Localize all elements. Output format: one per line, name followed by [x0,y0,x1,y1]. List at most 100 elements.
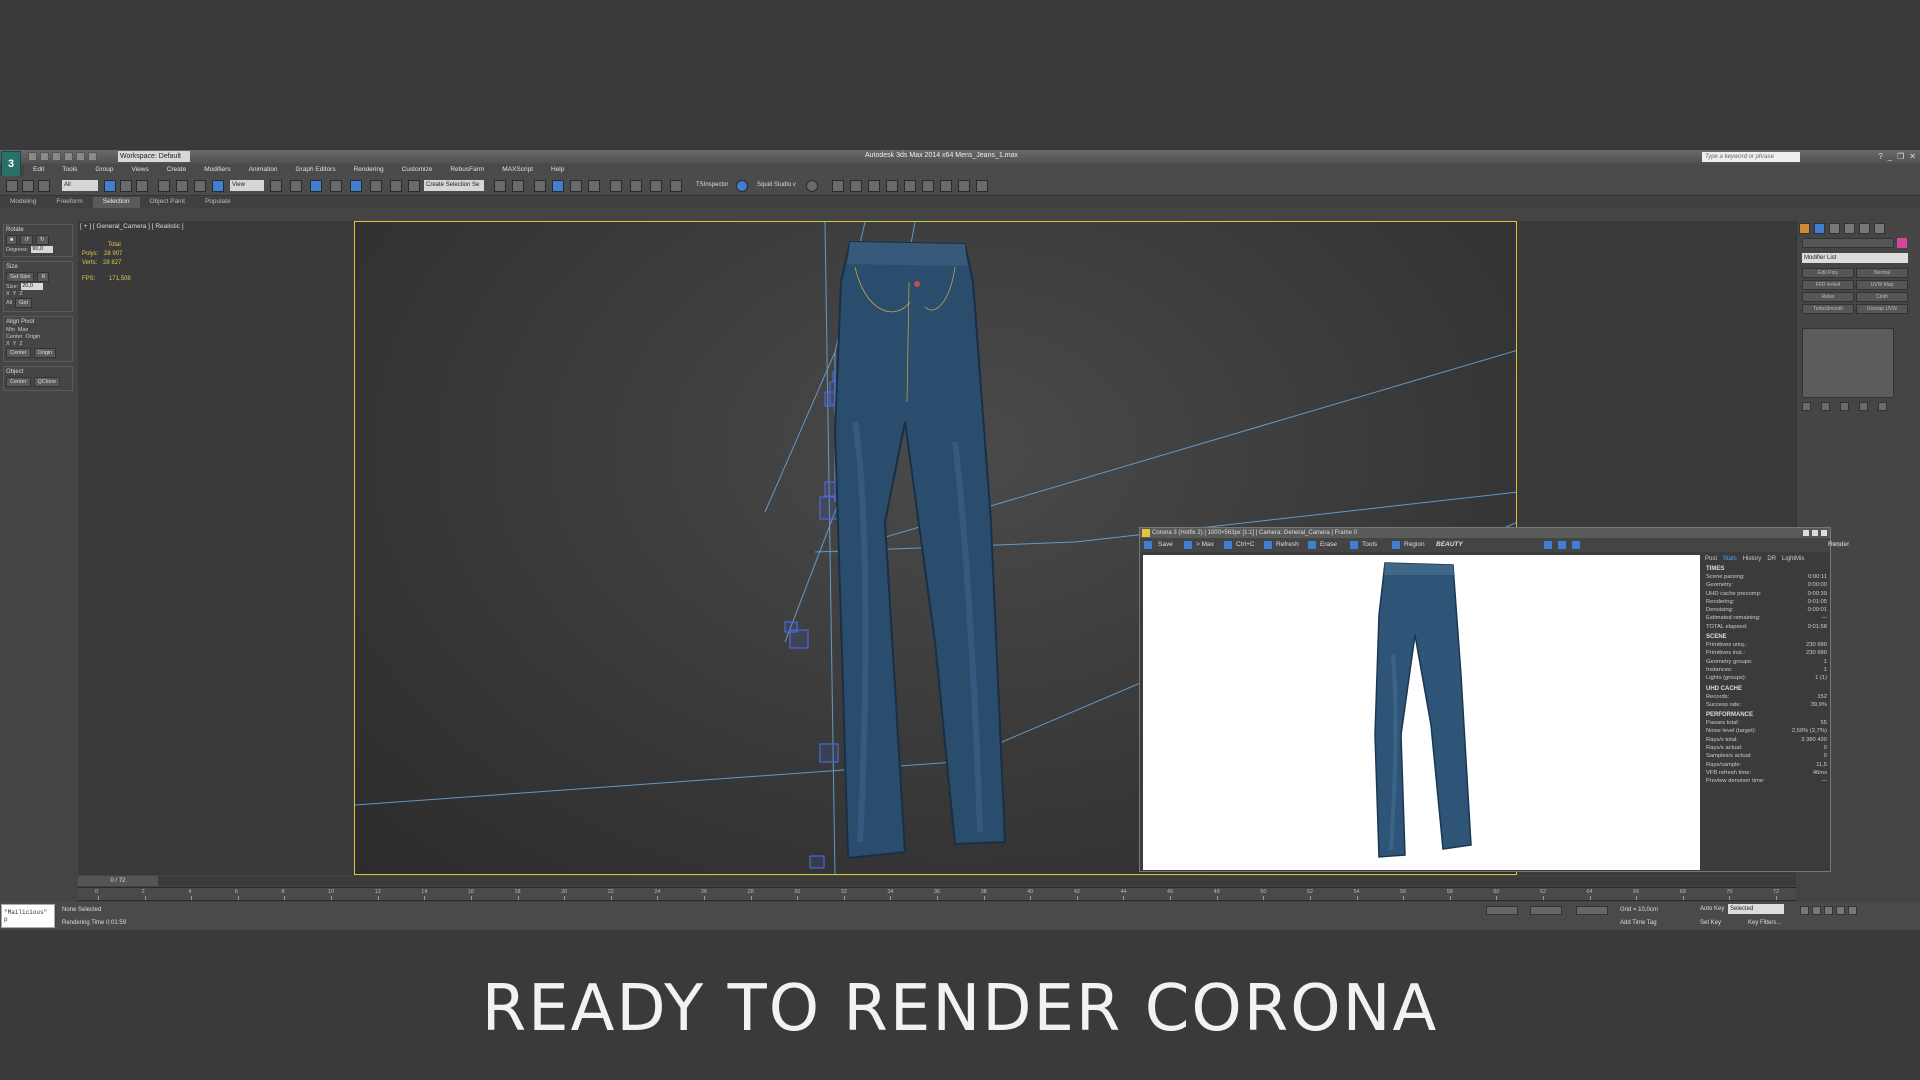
select-scale-icon[interactable] [194,180,206,192]
track-bar[interactable]: 0 2 4 6 8 10 12 14 16 18 20 22 24 26 28 30 32 34 36 38 40 42 4… [78,887,1796,901]
render-element-dropdown[interactable]: BEAUTY [1436,541,1463,548]
go-to-end-icon[interactable] [1848,906,1857,915]
zoom-out-icon[interactable] [1558,541,1566,549]
new-icon[interactable] [28,152,37,161]
object-color-swatch[interactable] [1897,238,1907,248]
y-coord-field[interactable] [1530,906,1562,915]
menu-graph-editors[interactable]: Graph Editors [287,164,345,176]
modifier-button[interactable]: Unwrap UVW [1856,304,1908,314]
edit-named-sel-icon[interactable] [408,180,420,192]
tools-button[interactable]: Tools [1362,541,1377,548]
rebus-icon[interactable] [806,180,818,192]
select-object-icon[interactable] [104,180,116,192]
zoom-fit-icon[interactable] [1572,541,1580,549]
align-x-button[interactable]: X [6,341,10,347]
render-setup-icon[interactable] [630,180,642,192]
tab-object-paint[interactable]: Object Paint [140,197,195,208]
modifier-button[interactable]: FFD 4x4x4 [1802,280,1854,290]
close-icon[interactable]: ✕ [1909,152,1916,161]
next-frame-icon[interactable] [1836,906,1845,915]
render-button[interactable]: Render [1828,541,1849,548]
tab-dr[interactable]: DR [1767,556,1776,562]
keyboard-shortcut-icon[interactable] [310,180,322,192]
open-icon[interactable] [40,152,49,161]
modifier-button[interactable]: UVW Map [1856,280,1908,290]
maxscript-listener[interactable]: "Mailicious" p [1,904,55,928]
align-z-button[interactable]: Z [19,341,22,347]
refresh-icon[interactable] [1264,541,1272,549]
angle-snap-icon[interactable] [350,180,362,192]
mirror-icon[interactable] [494,180,506,192]
key-mode-dropdown[interactable]: Selected [1728,904,1784,914]
copy-icon[interactable] [1224,541,1232,549]
search-input[interactable]: Type a keyword or phrase [1702,152,1800,162]
redo-icon[interactable] [76,152,85,161]
rendered-frame-icon[interactable] [650,180,662,192]
menu-rebusfarm[interactable]: RebusFarm [441,164,493,176]
to-max-button[interactable]: > Max [1196,541,1214,548]
plugin-icon-8[interactable] [976,180,988,192]
plugin-icon-6[interactable] [940,180,952,192]
tab-selection[interactable]: Selection [92,197,140,208]
region-icon[interactable] [1392,541,1400,549]
refresh-button[interactable]: Refresh [1276,541,1299,548]
spinner-snap-icon[interactable] [390,180,402,192]
z-coord-field[interactable] [1576,906,1608,915]
show-end-result-icon[interactable] [1821,402,1830,411]
link-icon[interactable] [6,180,18,192]
select-move-icon[interactable] [158,180,170,192]
degrees-field[interactable]: 90,0 [31,246,54,253]
rotate-reset-button[interactable]: ■ [6,235,18,245]
tools-icon[interactable] [1350,541,1358,549]
maximize-icon[interactable] [1811,529,1819,537]
save-icon[interactable] [52,152,61,161]
corona-vfb-window[interactable]: Corona 3 (Hotfix 2) | 1000×563px [1:1] |… [1139,527,1849,872]
help-icon[interactable]: ? [1878,152,1882,161]
erase-icon[interactable] [1308,541,1316,549]
make-unique-icon[interactable] [1840,402,1849,411]
graphite-icon[interactable] [552,180,564,192]
select-rotate-icon[interactable] [176,180,188,192]
percent-snap-icon[interactable] [370,180,382,192]
menu-animation[interactable]: Animation [240,164,287,176]
zoom-in-icon[interactable] [1544,541,1552,549]
plugin-icon-1[interactable] [832,180,844,192]
hierarchy-tab-icon[interactable] [1829,223,1840,234]
tab-freeform[interactable]: Freeform [46,197,92,208]
restore-icon[interactable]: ❐ [1897,152,1904,161]
max-icon[interactable] [1184,541,1192,549]
modifier-list-dropdown[interactable]: Modifier List [1802,253,1908,263]
size-x-radio[interactable]: X [6,291,10,297]
selection-filter-dropdown[interactable]: All [62,180,98,191]
align-icon[interactable] [512,180,524,192]
ctrl-c-button[interactable]: Ctrl+C [1236,541,1255,548]
pivot-icon[interactable] [270,180,282,192]
region-button[interactable]: Region [1404,541,1425,548]
save-button[interactable]: Save [1158,541,1173,548]
material-editor-icon[interactable] [610,180,622,192]
select-by-name-icon[interactable] [120,180,132,192]
align-origin-radio[interactable]: Origin [26,334,41,340]
align-y-button[interactable]: Y [13,341,17,347]
set-key-button[interactable]: Set Key [1700,920,1721,926]
size-all-radio[interactable]: All [6,300,12,306]
motion-tab-icon[interactable] [1844,223,1855,234]
align-min-radio[interactable]: Min [6,327,15,333]
go-to-start-icon[interactable] [1800,906,1809,915]
create-tab-icon[interactable] [1799,223,1810,234]
curve-editor-icon[interactable] [570,180,582,192]
set-size-button[interactable]: Set Size [6,272,35,282]
align-max-radio[interactable]: Max [18,327,28,333]
menu-modifiers[interactable]: Modifiers [195,164,239,176]
tab-stats[interactable]: Stats [1723,556,1737,562]
menu-rendering[interactable]: Rendering [345,164,393,176]
prev-frame-icon[interactable] [1812,906,1821,915]
project-icon[interactable] [88,152,97,161]
x-coord-field[interactable] [1486,906,1518,915]
ts-inspector-icon[interactable] [736,180,748,192]
modifier-button[interactable]: Relax [1802,292,1854,302]
menu-edit[interactable]: Edit [24,164,53,176]
size-get-button[interactable]: Get [15,298,32,308]
configure-sets-icon[interactable] [1878,402,1887,411]
menu-group[interactable]: Group [86,164,122,176]
